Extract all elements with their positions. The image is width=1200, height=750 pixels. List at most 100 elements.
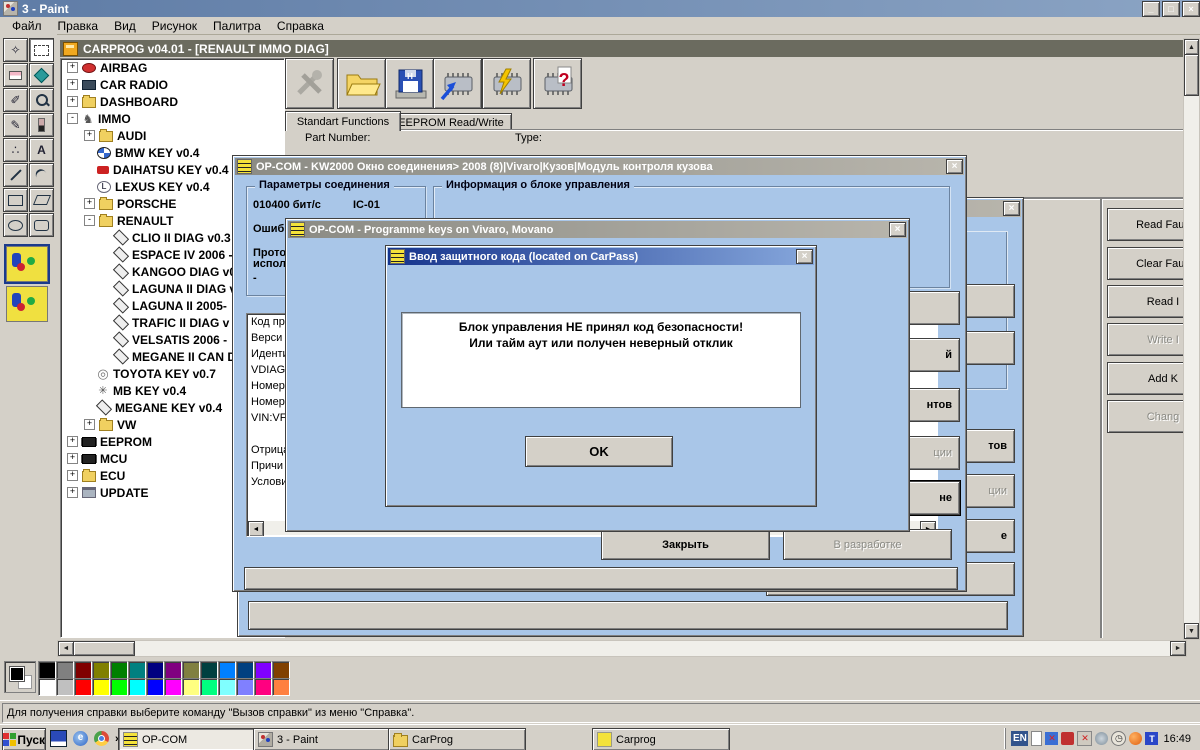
expand-icon[interactable]: + bbox=[84, 419, 95, 430]
globe-icon[interactable] bbox=[1095, 732, 1109, 745]
horizontal-scroll-thumb[interactable] bbox=[73, 641, 135, 656]
battery-icon[interactable] bbox=[1031, 731, 1043, 746]
close-icon[interactable]: × bbox=[796, 249, 813, 264]
scroll-right-icon[interactable]: ► bbox=[1170, 641, 1186, 656]
paint-titlebar[interactable]: 3 - Paint _ □ × bbox=[0, 0, 1200, 17]
current-colors[interactable] bbox=[4, 661, 36, 693]
selection-option-opaque[interactable] bbox=[4, 244, 50, 284]
fault-panel-button-add-k[interactable]: Add K bbox=[1107, 362, 1183, 395]
kw2000-wide-button[interactable] bbox=[244, 567, 958, 590]
color-swatch[interactable] bbox=[200, 678, 218, 696]
color-swatch[interactable] bbox=[236, 661, 254, 679]
ie-icon[interactable]: e bbox=[73, 731, 88, 746]
color-swatch[interactable] bbox=[38, 661, 56, 679]
color-swatch[interactable] bbox=[182, 661, 200, 679]
airbrush-tool-icon[interactable]: ∴ bbox=[3, 138, 28, 162]
color-swatch[interactable] bbox=[272, 661, 290, 679]
menu-Файл[interactable]: Файл bbox=[4, 18, 50, 34]
back-wide-button[interactable] bbox=[248, 601, 1008, 630]
selection-option-transparent[interactable] bbox=[6, 286, 48, 322]
vertical-scroll-thumb[interactable] bbox=[1184, 54, 1199, 96]
scroll-down-icon[interactable]: ▼ bbox=[1184, 623, 1199, 639]
color-swatch[interactable] bbox=[254, 661, 272, 679]
freeform-select-tool-icon[interactable]: ✧ bbox=[3, 38, 28, 62]
tree-item-car-radio[interactable]: + CAR RADIO bbox=[61, 76, 284, 93]
expand-icon[interactable]: + bbox=[67, 453, 78, 464]
toolbar-save-icon[interactable]: H bbox=[385, 58, 434, 109]
fault-panel-button-read-i[interactable]: Read I bbox=[1107, 285, 1183, 318]
start-button[interactable]: Пуск bbox=[2, 728, 46, 750]
toolbar-chip-read-icon[interactable] bbox=[433, 58, 482, 109]
collapse-icon[interactable]: - bbox=[84, 215, 95, 226]
color-swatch[interactable] bbox=[74, 678, 92, 696]
menu-Рисунок[interactable]: Рисунок bbox=[144, 18, 205, 34]
close-icon[interactable]: × bbox=[889, 222, 906, 237]
color-swatch[interactable] bbox=[74, 661, 92, 679]
expand-icon[interactable]: + bbox=[67, 436, 78, 447]
color-swatch[interactable] bbox=[146, 661, 164, 679]
taskbar-button-op-com[interactable]: OP-COM bbox=[118, 728, 256, 750]
color-swatch[interactable] bbox=[146, 678, 164, 696]
vertical-scrollbar[interactable]: ▲ ▼ bbox=[1183, 38, 1200, 640]
color-swatch[interactable] bbox=[110, 661, 128, 679]
floppy-icon[interactable] bbox=[50, 730, 67, 747]
language-indicator[interactable]: EN bbox=[1011, 731, 1029, 746]
color-swatch[interactable] bbox=[218, 678, 236, 696]
ati-icon[interactable] bbox=[1061, 732, 1075, 745]
magnifier-tool-icon[interactable] bbox=[29, 88, 54, 112]
rectangle-tool-icon[interactable] bbox=[3, 188, 28, 212]
eraser-tool-icon[interactable] bbox=[3, 63, 28, 87]
expand-icon[interactable]: + bbox=[84, 130, 95, 141]
polygon-tool-icon[interactable] bbox=[29, 188, 54, 212]
chrome-icon[interactable] bbox=[94, 731, 109, 746]
fault-panel-button-read-fault[interactable]: Read Fault bbox=[1107, 208, 1183, 241]
collapse-icon[interactable]: - bbox=[67, 113, 78, 124]
color-swatch[interactable] bbox=[218, 661, 236, 679]
printer-error-icon[interactable]: ✕ bbox=[1077, 731, 1093, 746]
tree-item-dashboard[interactable]: + DASHBOARD bbox=[61, 93, 284, 110]
color-swatch[interactable] bbox=[92, 661, 110, 679]
color-swatch[interactable] bbox=[38, 678, 56, 696]
scroll-left-icon[interactable]: ◄ bbox=[58, 641, 74, 656]
scroll-up-icon[interactable]: ▲ bbox=[1184, 39, 1199, 55]
color-swatch[interactable] bbox=[110, 678, 128, 696]
color-swatch[interactable] bbox=[200, 661, 218, 679]
expand-icon[interactable]: + bbox=[67, 79, 78, 90]
scroll-left-icon[interactable]: ◄ bbox=[248, 521, 264, 536]
color-swatch[interactable] bbox=[236, 678, 254, 696]
programme-keys-titlebar[interactable]: OP-COM - Programme keys on Vivaro, Movan… bbox=[288, 221, 907, 238]
color-swatch[interactable] bbox=[182, 678, 200, 696]
color-swatch[interactable] bbox=[164, 678, 182, 696]
color-swatch[interactable] bbox=[128, 678, 146, 696]
horizontal-scrollbar[interactable]: ◄ ► bbox=[57, 640, 1187, 657]
minimize-button[interactable]: _ bbox=[1142, 0, 1160, 17]
expand-icon[interactable]: + bbox=[84, 198, 95, 209]
color-swatch[interactable] bbox=[272, 678, 290, 696]
tree-item-immo[interactable]: - ♞ IMMO bbox=[61, 110, 284, 127]
tree-item-airbag[interactable]: + AIRBAG bbox=[61, 59, 284, 76]
text-tool-icon[interactable]: A bbox=[29, 138, 54, 162]
brush-tool-icon[interactable] bbox=[29, 113, 54, 137]
toolbar-settings-icon[interactable] bbox=[285, 58, 334, 109]
fault-panel-button-clear-fault[interactable]: Clear Fault bbox=[1107, 247, 1183, 280]
fault-panel-button-write-i[interactable]: Write I bbox=[1107, 323, 1183, 356]
toolbar-chip-program-icon[interactable] bbox=[482, 58, 531, 109]
taskbar-button-carprog[interactable]: CarProg bbox=[388, 728, 526, 750]
ellipse-tool-icon[interactable] bbox=[3, 213, 28, 237]
carprog-titlebar[interactable]: CARPROG v04.01 - [RENAULT IMMO DIAG] bbox=[60, 40, 1183, 57]
toolbar-chip-test-icon[interactable]: ? bbox=[533, 58, 582, 109]
tree-item-audi[interactable]: + AUDI bbox=[61, 127, 284, 144]
fault-panel-button-chang[interactable]: Chang bbox=[1107, 400, 1183, 433]
menu-Правка[interactable]: Правка bbox=[50, 18, 107, 34]
taskbar-button-3-paint[interactable]: 3 - Paint bbox=[253, 728, 391, 750]
monitor-error-icon[interactable]: ✕ bbox=[1045, 732, 1059, 745]
color-swatch[interactable] bbox=[56, 678, 74, 696]
tuner-icon[interactable]: T bbox=[1145, 732, 1159, 745]
expand-icon[interactable]: + bbox=[67, 96, 78, 107]
close-button[interactable]: × bbox=[1182, 0, 1200, 17]
restore-button[interactable]: □ bbox=[1162, 0, 1180, 17]
toolbar-open-folder-icon[interactable] bbox=[337, 58, 386, 109]
expand-icon[interactable]: + bbox=[67, 62, 78, 73]
expand-icon[interactable]: + bbox=[67, 487, 78, 498]
taskbar-button-carprog[interactable]: Carprog bbox=[592, 728, 730, 750]
